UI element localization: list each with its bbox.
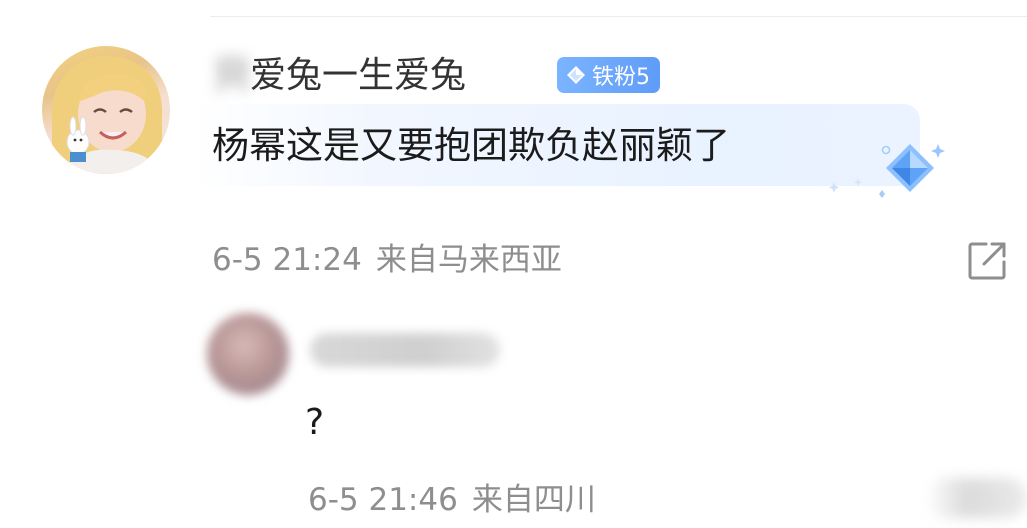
timestamp: 6-5 21:24 [212, 242, 362, 278]
username[interactable]: 只爱兔一生爱兔 [214, 52, 466, 100]
share-external-icon[interactable] [966, 240, 1008, 282]
comment-meta: 6-5 21:24 来自马来西亚 [212, 238, 562, 282]
watermark [926, 478, 1027, 518]
diamond-icon [567, 66, 585, 84]
username-visible: 爱兔一生爱兔 [250, 55, 467, 96]
timestamp: 6-5 21:46 [308, 482, 458, 518]
username-blurred: 只 [214, 55, 251, 96]
reply-username-blurred[interactable] [310, 333, 500, 367]
fan-badge[interactable]: 铁粉5 [557, 57, 660, 93]
avatar[interactable] [42, 46, 170, 174]
reply-text[interactable]: ? [305, 398, 324, 448]
location: 来自马来西亚 [375, 242, 562, 278]
bubble-diamond-decoration [828, 144, 945, 198]
comment-text[interactable]: 杨幂这是又要抱团欺负赵丽颖了 [212, 120, 730, 172]
fan-badge-label: 铁粉5 [592, 65, 650, 90]
location: 来自四川 [471, 482, 596, 518]
comment-item: 只爱兔一生爱兔 铁粉5 杨幂这是又要抱团欺负赵丽颖了 6-5 21:24 来自马来… [0, 0, 1027, 300]
avatar-image [51, 55, 163, 174]
reply-avatar[interactable] [207, 313, 289, 395]
reply-meta: 6-5 21:46 来自四川 [308, 478, 596, 522]
